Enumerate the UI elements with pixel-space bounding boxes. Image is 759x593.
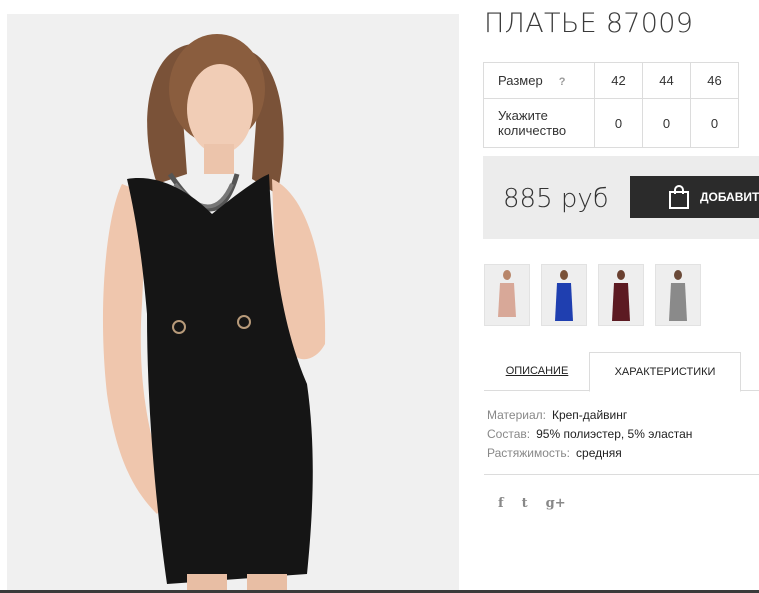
size-table: Размер? 42 44 46 Укажите количество 0 0 … (483, 62, 739, 148)
tab-characteristics[interactable]: ХАРАКТЕРИСТИКИ (589, 352, 741, 392)
quantity-label: Укажите количество (483, 98, 595, 148)
thumb-beige-dress[interactable] (484, 264, 530, 326)
help-icon[interactable]: ? (559, 76, 566, 88)
quantity-field-46[interactable]: 0 (690, 98, 739, 148)
quantity-label-line2: количество (498, 123, 567, 138)
tab-description[interactable]: ОПИСАНИЕ (484, 352, 590, 390)
divider (484, 474, 759, 475)
product-title: ПЛАТЬЕ 87009 (484, 8, 694, 39)
googleplus-icon[interactable]: g+ (546, 496, 566, 511)
spec-material: Материал: Креп-дайвинг (487, 408, 628, 422)
spec-stretch: Растяжимость: средняя (487, 446, 622, 460)
product-photo[interactable] (7, 14, 459, 591)
thumbnail-list (484, 264, 701, 326)
twitter-icon[interactable]: t (522, 496, 528, 511)
size-44: 44 (642, 62, 691, 99)
price: 885 руб (503, 184, 609, 214)
quantity-field-42[interactable]: 0 (594, 98, 643, 148)
size-42: 42 (594, 62, 643, 99)
size-header: Размер? (483, 62, 595, 99)
product-tabs: ОПИСАНИЕ ХАРАКТЕРИСТИКИ (484, 352, 759, 392)
quantity-label-line1: Укажите (498, 108, 548, 123)
social-links: f t g+ (498, 496, 566, 511)
add-to-cart-button[interactable]: ДОБАВИТЬ (630, 176, 759, 218)
add-to-cart-label: ДОБАВИТЬ (700, 190, 759, 204)
facebook-icon[interactable]: f (498, 496, 504, 511)
price-box: 885 руб ДОБАВИТЬ (483, 156, 759, 239)
thumb-burgundy-dress[interactable] (598, 264, 644, 326)
thumb-grey-dress[interactable] (655, 264, 701, 326)
size-46: 46 (690, 62, 739, 99)
specs-list: Материал: Креп-дайвинг Состав: 95% полиэст… (487, 406, 692, 463)
spec-composition: Состав: 95% полиэстер, 5% эластан (487, 427, 693, 441)
quantity-field-44[interactable]: 0 (642, 98, 691, 148)
size-header-label: Размер (498, 73, 543, 88)
shopping-bag-icon (668, 185, 690, 209)
thumb-blue-dress[interactable] (541, 264, 587, 326)
